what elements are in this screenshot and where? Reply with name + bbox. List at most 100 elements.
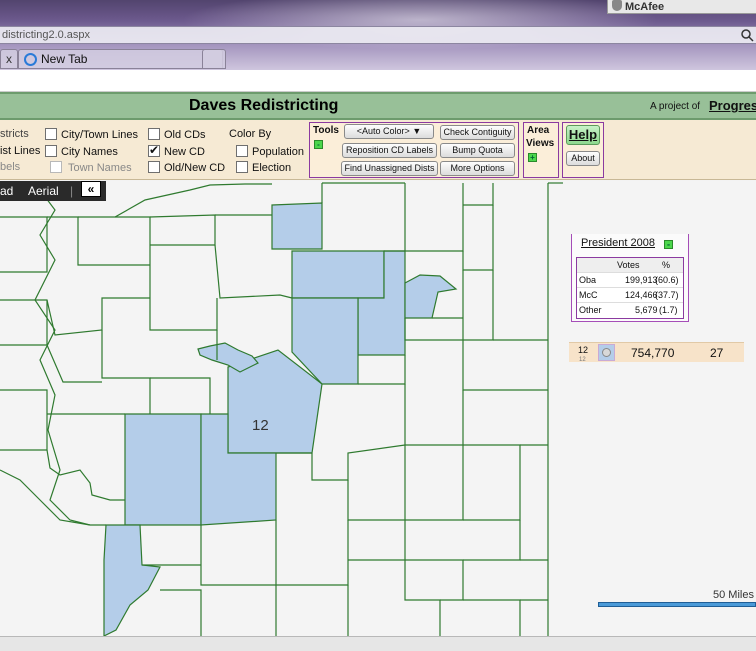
tools-toggle[interactable]: -: [314, 140, 323, 149]
mcafee-toolbar[interactable]: McAfee: [607, 0, 756, 14]
tab-new[interactable]: New Tab: [18, 49, 223, 69]
bump-quota-button[interactable]: Bump Quota: [440, 143, 515, 158]
collapse-button[interactable]: «: [81, 181, 101, 197]
find-unassigned-button[interactable]: Find Unassigned Dists: [341, 161, 438, 176]
help-button[interactable]: Help: [566, 125, 600, 145]
scale-label: 50 Miles: [713, 589, 754, 601]
candidate-votes: 199,913: [625, 275, 658, 285]
page-top-band: [0, 70, 756, 92]
map-type-bar: ad Aerial | «: [0, 181, 106, 201]
color-by-population-checkbox[interactable]: [236, 145, 248, 157]
about-button[interactable]: About: [566, 151, 600, 166]
color-by-population-label: Population: [252, 146, 304, 158]
district-row[interactable]: 12 12 754,770 27: [569, 342, 744, 363]
reposition-labels-button[interactable]: Reposition CD Labels: [342, 143, 437, 158]
map-type-separator: |: [70, 184, 74, 198]
district-select-icon[interactable]: [602, 348, 611, 357]
county-map[interactable]: [0, 181, 565, 636]
show-labels-label: bels: [0, 161, 21, 173]
city-names-checkbox[interactable]: [45, 145, 57, 157]
district-county[interactable]: [404, 274, 458, 319]
auto-color-select[interactable]: <Auto Color> ▼: [344, 124, 434, 139]
check-contiguity-button[interactable]: Check Contiguity: [440, 125, 515, 140]
color-by-election-label: Election: [252, 162, 292, 174]
candidate-name: Oba: [579, 275, 597, 285]
city-town-lines-option[interactable]: City/Town Lines: [45, 128, 138, 141]
tools-collapse[interactable]: -: [314, 138, 323, 150]
election-title[interactable]: President 2008: [581, 237, 655, 249]
district-county[interactable]: [103, 524, 161, 636]
district-label: 12: [252, 417, 269, 434]
mcafee-shield-icon: [612, 0, 622, 11]
show-districts-option[interactable]: stricts: [0, 128, 29, 140]
show-labels-option[interactable]: bels: [0, 161, 20, 173]
city-town-lines-label: City/Town Lines: [61, 129, 139, 141]
ie-icon: [24, 53, 37, 66]
tab-close-button[interactable]: x: [0, 49, 18, 69]
table-row: Other 5,679 (1.7): [577, 303, 683, 318]
old-cds-label: Old CDs: [164, 129, 206, 141]
tab-strip: x New Tab: [0, 49, 756, 70]
tab-new-label: New Tab: [41, 52, 88, 66]
search-icon[interactable]: [740, 28, 754, 42]
auto-color-value: <Auto Color>: [356, 126, 410, 136]
toolbar: stricts ist Lines bels City/Town Lines C…: [0, 120, 756, 180]
district-county[interactable]: [124, 413, 202, 526]
candidate-pct: (1.7): [659, 305, 678, 315]
district-number-sub: 12: [579, 357, 586, 363]
more-options-button[interactable]: More Options: [440, 161, 515, 176]
old-new-cd-label: Old/New CD: [164, 162, 226, 174]
town-names-label: Town Names: [68, 162, 132, 174]
new-cd-label: New CD: [164, 146, 205, 158]
candidate-votes: 5,679: [635, 305, 658, 315]
city-names-label: City Names: [61, 146, 118, 158]
map-canvas[interactable]: ad Aerial | « 12: [0, 181, 565, 636]
color-by-election-checkbox[interactable]: [236, 161, 248, 173]
candidate-pct: (60.6): [655, 275, 679, 285]
old-new-cd-checkbox[interactable]: [148, 161, 160, 173]
town-names-checkbox[interactable]: [50, 161, 62, 173]
new-tab-button[interactable]: [202, 49, 226, 69]
show-district-lines-option[interactable]: ist Lines: [0, 145, 40, 157]
tools-label: Tools: [313, 125, 339, 136]
vote-table-header: Votes %: [577, 258, 683, 273]
status-bar: [0, 636, 756, 651]
color-by-election-option[interactable]: Election: [236, 161, 291, 174]
vote-table: Votes % Oba 199,913 (60.6) McC 124,466 (…: [576, 257, 684, 319]
show-district-lines-label: ist Lines: [0, 145, 41, 157]
map-type-aerial[interactable]: Aerial: [28, 181, 59, 201]
col-pct: %: [662, 260, 671, 270]
map-type-road[interactable]: ad: [0, 181, 13, 201]
page-title: Daves Redistricting: [189, 97, 339, 114]
old-cds-option[interactable]: Old CDs: [148, 128, 206, 141]
address-text[interactable]: districting2.0.aspx: [2, 29, 90, 41]
old-new-cd-option[interactable]: Old/New CD: [148, 161, 225, 174]
candidate-pct: (37.7): [655, 290, 679, 300]
views-expand[interactable]: +: [528, 151, 537, 163]
chevron-down-icon: ▼: [412, 126, 422, 136]
views-label: Views: [526, 138, 555, 149]
table-row: Oba 199,913 (60.6): [577, 273, 683, 288]
project-link[interactable]: Progress: [709, 98, 756, 113]
election-toggle[interactable]: -: [664, 240, 673, 249]
address-bar[interactable]: districting2.0.aspx: [0, 26, 756, 44]
views-toggle[interactable]: +: [528, 153, 537, 162]
area-label: Area: [527, 125, 550, 136]
district-number: 12: [578, 345, 589, 355]
new-cd-checkbox[interactable]: [148, 143, 160, 157]
candidate-name: Other: [579, 305, 602, 315]
old-cds-checkbox[interactable]: [148, 128, 160, 140]
district-12-area[interactable]: [103, 202, 458, 636]
candidate-votes: 124,466: [625, 290, 658, 300]
candidate-name: McC: [579, 290, 598, 300]
town-names-option[interactable]: Town Names: [50, 161, 132, 174]
city-names-option[interactable]: City Names: [45, 145, 118, 158]
color-by-population-option[interactable]: Population: [236, 145, 304, 158]
district-county[interactable]: [291, 250, 385, 299]
district-county[interactable]: [271, 202, 323, 250]
show-districts-label: stricts: [0, 128, 29, 140]
project-of-label: A project of: [650, 101, 701, 112]
col-votes: Votes: [617, 260, 640, 270]
new-cd-option[interactable]: New CD: [148, 143, 205, 158]
city-town-lines-checkbox[interactable]: [45, 128, 57, 140]
